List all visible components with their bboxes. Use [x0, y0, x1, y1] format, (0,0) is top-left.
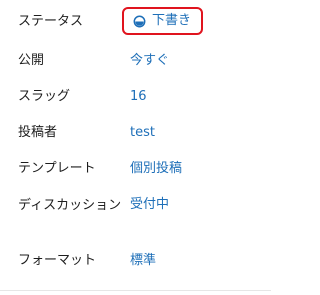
- format-label: フォーマット: [18, 253, 97, 268]
- author-row: 投稿者 test: [18, 123, 263, 143]
- format-row: フォーマット 標準: [18, 251, 263, 271]
- draft-status-icon: [133, 15, 146, 27]
- discussion-label: ディスカッション: [18, 198, 122, 213]
- status-label: ステータス: [18, 14, 84, 29]
- visibility-row: 公開 今すぐ: [18, 51, 263, 71]
- visibility-value-link[interactable]: 今すぐ: [130, 51, 169, 71]
- slug-row: スラッグ 16: [18, 87, 263, 107]
- template-row: テンプレート 個別投稿: [18, 159, 263, 179]
- author-label: 投稿者: [18, 125, 58, 140]
- status-value: 下書き: [152, 13, 192, 28]
- template-value-link[interactable]: 個別投稿: [130, 159, 182, 179]
- discussion-row: ディスカッション 受付中: [18, 195, 263, 239]
- panel-divider: [0, 290, 271, 291]
- post-summary-panel: ステータス 下書き 公開 今すぐ スラッグ 16 投稿者 test テンプレート…: [0, 0, 271, 295]
- author-value-link[interactable]: test: [130, 123, 155, 143]
- status-row: ステータス 下書き: [18, 7, 263, 38]
- visibility-label: 公開: [18, 53, 45, 68]
- template-label: テンプレート: [18, 161, 96, 176]
- status-button[interactable]: 下書き: [122, 7, 204, 35]
- format-value-link[interactable]: 標準: [130, 251, 156, 271]
- slug-label: スラッグ: [18, 89, 71, 104]
- discussion-value-link[interactable]: 受付中: [130, 195, 169, 215]
- slug-value-link[interactable]: 16: [130, 87, 147, 107]
